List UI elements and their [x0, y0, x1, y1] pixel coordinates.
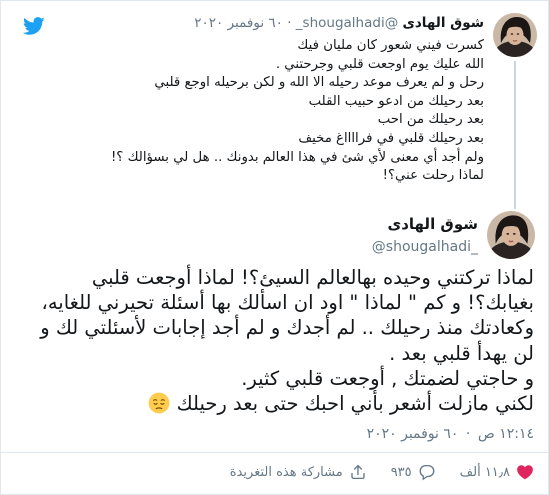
tweet-time: ١٢:١٤ ص [477, 426, 534, 442]
parent-line: بعد رحيلك قلبي في فرااااغ مخيف [298, 130, 484, 146]
main-line: لماذا تركتني وحيده بهالعالم السيئ؟! لماذ… [91, 266, 534, 289]
heart-icon [517, 465, 533, 480]
parent-line: بعد رحيلك من ادعو حبيب القلب [308, 93, 484, 109]
parent-tweet-header: شوق الهادى @shougalhadi_ · ٦٠ نوفمبر ٢٠٢… [194, 15, 484, 31]
parent-line: بعد رحيلك من احب [377, 112, 484, 128]
main-line: لكني مازلت أشعر بأني احبك حتى بعد رحيلك [176, 392, 534, 416]
parent-line: كسرت فيني شعور كان مليان فيك [297, 38, 484, 53]
pensive-face-emoji-icon [149, 392, 170, 414]
like-button[interactable]: ١١٫٨ ألف [460, 463, 534, 481]
tweet-timestamp[interactable]: ١٢:١٤ ص · ٦٠ نوفمبر ٢٠٢٠ [367, 426, 534, 442]
main-line-last: لكني مازلت أشعر بأني احبك حتى بعد رحيلك [16, 391, 534, 416]
parent-date[interactable]: ٦٠ نوفمبر ٢٠٢٠ [194, 15, 283, 31]
tweet-card: شوق الهادى @shougalhadi_ · ٦٠ نوفمبر ٢٠٢… [0, 0, 549, 495]
parent-line: رحل و لم يعرف موعد رحيله الا الله و لكن … [154, 75, 484, 91]
avatar-portrait-icon [493, 13, 537, 57]
main-handle[interactable]: @shougalhadi_ [372, 239, 478, 255]
thread-connector-line [514, 61, 516, 209]
tweet-actions-bar: ١١٫٨ ألف ٩٣٥ مشاركة هذه التغريدة [230, 463, 534, 481]
main-line: و حاجتي لضمتك , أوجعت قلبي كثير. [241, 366, 534, 390]
share-icon [351, 464, 365, 480]
main-tweet-text: لماذا تركتني وحيده بهالعالم السيئ؟! لماذ… [16, 265, 534, 416]
parent-avatar[interactable] [493, 13, 537, 57]
main-avatar[interactable] [487, 211, 535, 259]
share-label: مشاركة هذه التغريدة [229, 464, 343, 480]
tweet-date: ٦٠ نوفمبر ٢٠٢٠ [366, 426, 459, 442]
main-line: لن يهدأ قلبي بعد . [389, 341, 534, 365]
main-line: بغيابك؟! و كم " لماذا " اود ان اسألك بها… [41, 291, 534, 315]
header-separator: · [287, 15, 292, 31]
reply-icon [419, 464, 435, 481]
main-line: وكعادتك منذ رحيلك .. لم أجدك و لم أجد إج… [40, 316, 534, 340]
main-display-name[interactable]: شوق الهادى [387, 215, 478, 233]
parent-line: الله عليك يوم اوجعت قلبي وجرحتني . [275, 56, 484, 72]
avatar-portrait-icon [487, 211, 535, 259]
parent-handle[interactable]: @shougalhadi_ [296, 15, 398, 31]
like-count: ١١٫٨ ألف [459, 464, 510, 480]
parent-line: ولم أجد أي معنى لأي شئ في هذا العالم بدو… [110, 149, 484, 165]
twitter-logo-icon[interactable] [21, 15, 47, 37]
share-button[interactable]: مشاركة هذه التغريدة [230, 463, 367, 481]
reply-button[interactable]: ٩٣٥ [391, 463, 436, 481]
parent-tweet-text: كسرت فيني شعور كان مليان فيك الله عليك ي… [44, 37, 484, 186]
parent-line: لماذا رحلت عني؟! [382, 168, 484, 184]
divider [1, 452, 549, 453]
timestamp-separator: · [465, 426, 471, 442]
reply-count: ٩٣٥ [390, 464, 412, 480]
parent-display-name[interactable]: شوق الهادى [403, 15, 485, 31]
parent-tweet[interactable]: شوق الهادى @shougalhadi_ · ٦٠ نوفمبر ٢٠٢… [1, 1, 549, 209]
